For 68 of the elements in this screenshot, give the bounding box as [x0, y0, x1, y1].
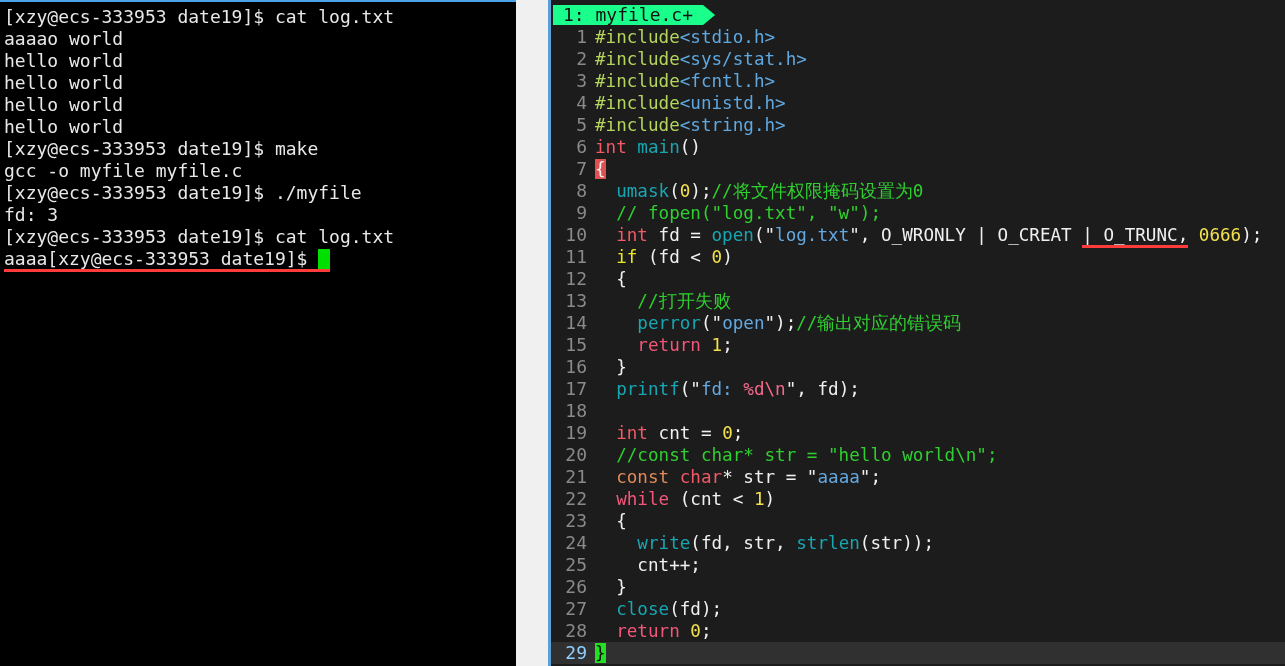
- line-number: 27: [564, 598, 588, 620]
- code-line: }: [615, 576, 627, 598]
- line-number: 19: [564, 422, 588, 444]
- line-number: 28: [564, 620, 588, 642]
- line-number: 1: [575, 26, 588, 48]
- code-line: return 1;: [636, 334, 733, 356]
- line-number: 24: [564, 532, 588, 554]
- line-number: 13: [564, 290, 588, 312]
- line-number: 5: [575, 114, 588, 136]
- code-line: }: [615, 356, 627, 378]
- file-tab[interactable]: 1: myfile.c+: [553, 5, 716, 25]
- code-line: close(fd);: [615, 598, 723, 620]
- line-number: 4: [575, 92, 588, 114]
- code-line: //打开失败: [636, 290, 731, 312]
- code-line: if (fd < 0): [615, 246, 733, 268]
- line-number: 6: [575, 136, 588, 158]
- line-number: 12: [564, 268, 588, 290]
- terminal-line: [xzy@ecs-333953 date19]$ make: [4, 138, 319, 160]
- line-number: 18: [564, 400, 588, 422]
- code-line: {: [615, 268, 627, 290]
- code-line: #include<string.h>: [595, 114, 786, 136]
- line-number: 15: [564, 334, 588, 356]
- line-number: 22: [564, 488, 588, 510]
- code-line: while (cnt < 1): [615, 488, 776, 510]
- line-number: 26: [564, 576, 588, 598]
- line-number: 25: [564, 554, 588, 576]
- code-line: {: [615, 510, 627, 532]
- code-line: int main(): [595, 136, 701, 158]
- code-line: #include<stdio.h>: [595, 26, 776, 48]
- terminal-line: [xzy@ecs-333953 date19]$ cat log.txt: [4, 226, 395, 248]
- code-line: #include<unistd.h>: [595, 92, 786, 114]
- line-number: 29: [564, 642, 588, 664]
- code-line: perror("open");//输出对应的错误码: [636, 312, 962, 334]
- line-number: 23: [564, 510, 588, 532]
- terminal-line: hello world: [4, 116, 124, 138]
- terminal-line: aaaa[xzy@ecs-333953 date19]$: [4, 249, 331, 272]
- line-number: 20: [564, 444, 588, 466]
- terminal-line: hello world: [4, 94, 124, 116]
- terminal-line: [xzy@ecs-333953 date19]$ ./myfile: [4, 182, 362, 204]
- line-number: 16: [564, 356, 588, 378]
- code-line: const char* str = "aaaa";: [615, 466, 882, 488]
- line-number: 14: [564, 312, 588, 334]
- line-number: 3: [575, 70, 588, 92]
- code-line: cnt++;: [636, 554, 701, 576]
- line-number: 8: [575, 180, 588, 202]
- code-line: int cnt = 0;: [615, 422, 744, 444]
- line-number: 9: [575, 202, 588, 224]
- terminal-line: fd: 3: [4, 204, 59, 226]
- code-line: printf("fd: %d\n", fd);: [615, 378, 860, 400]
- terminal-line: hello world: [4, 72, 124, 94]
- line-number: 2: [575, 48, 588, 70]
- line-number: 21: [564, 466, 588, 488]
- terminal-line: hello world: [4, 50, 124, 72]
- code-line: int fd = open("log.txt", O_WRONLY | O_CREAT | O_TRUNC, 0666);: [595, 224, 1263, 246]
- code-line: // fopen("log.txt", "w");: [615, 202, 881, 224]
- code-line: //const char* str = "hello world\n";: [615, 444, 998, 466]
- code-line: umask(0);//将文件权限掩码设置为0: [615, 180, 924, 202]
- line-number: 17: [564, 378, 588, 400]
- terminal-line: gcc -o myfile myfile.c: [4, 160, 243, 182]
- code-line: #include<fcntl.h>: [595, 70, 776, 92]
- line-number: 11: [564, 246, 588, 268]
- line-number: 7: [575, 158, 588, 180]
- terminal-line: [xzy@ecs-333953 date19]$ cat log.txt: [4, 6, 395, 28]
- line-number: 10: [564, 224, 588, 246]
- code-line: return 0;: [615, 620, 712, 642]
- code-line: #include<sys/stat.h>: [595, 48, 807, 70]
- terminal-line: aaaao world: [4, 28, 124, 50]
- code-line: write(fd, str, strlen(str));: [636, 532, 934, 554]
